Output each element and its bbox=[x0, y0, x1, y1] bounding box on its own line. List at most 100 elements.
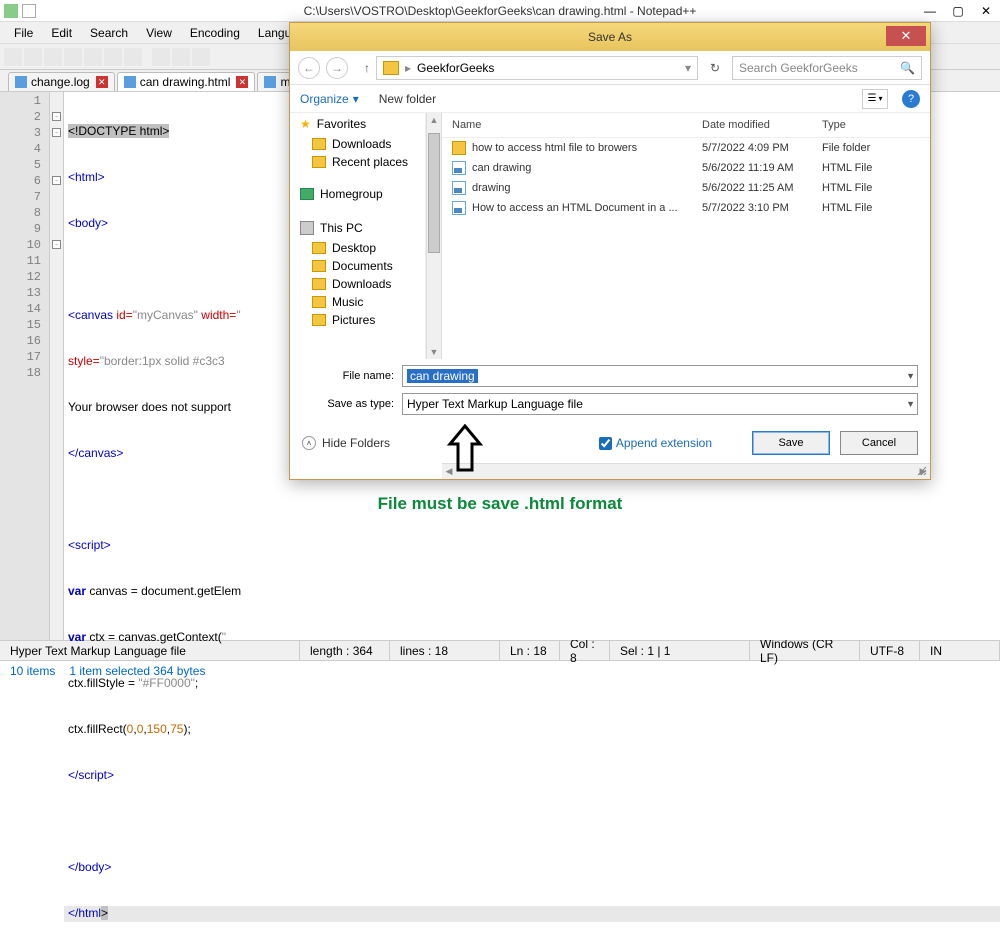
copy-icon[interactable] bbox=[172, 48, 190, 66]
folder-icon bbox=[312, 242, 326, 254]
npp-doc-icon bbox=[22, 4, 36, 18]
saveastype-label: Save as type: bbox=[302, 398, 402, 410]
close-icon[interactable] bbox=[84, 48, 102, 66]
tab-close-icon[interactable]: ✕ bbox=[96, 76, 108, 88]
sidebar-music[interactable]: Music bbox=[290, 293, 425, 311]
up-button[interactable]: ↑ bbox=[364, 61, 370, 75]
file-row[interactable]: how to access html file to browers5/7/20… bbox=[442, 138, 930, 159]
hide-folders-button[interactable]: ˄ Hide Folders bbox=[302, 436, 390, 450]
scroll-down-icon[interactable]: ▼ bbox=[427, 345, 441, 359]
cut-icon[interactable] bbox=[152, 48, 170, 66]
fold-box-icon[interactable]: - bbox=[52, 176, 61, 185]
filename-value: can drawing bbox=[407, 369, 478, 383]
open-file-icon[interactable] bbox=[24, 48, 42, 66]
breadcrumb[interactable]: GeekforGeeks bbox=[417, 61, 494, 75]
organize-button[interactable]: Organize ▾ bbox=[300, 92, 359, 106]
dialog-titlebar: Save As ✕ bbox=[290, 23, 930, 51]
file-list: Name Date modified Type how to access ht… bbox=[442, 113, 930, 359]
resize-grip-icon[interactable] bbox=[916, 465, 928, 477]
address-bar[interactable]: ▸ GeekforGeeks ▾ bbox=[376, 56, 698, 80]
tab-close-icon[interactable]: ✕ bbox=[236, 76, 248, 88]
save-all-icon[interactable] bbox=[64, 48, 82, 66]
sidebar-documents[interactable]: Documents bbox=[290, 257, 425, 275]
col-date[interactable]: Date modified bbox=[692, 113, 812, 138]
close-button[interactable]: ✕ bbox=[972, 1, 1000, 21]
menu-file[interactable]: File bbox=[6, 24, 41, 42]
folder-icon bbox=[312, 296, 326, 308]
file-row[interactable]: drawing5/6/2022 11:25 AMHTML File bbox=[442, 178, 930, 198]
help-button[interactable]: ? bbox=[902, 90, 920, 108]
annotation-caption: File must be save .html format bbox=[0, 494, 1000, 514]
dialog-title: Save As bbox=[588, 30, 632, 44]
window-title: C:\Users\VOSTRO\Desktop\GeekforGeeks\can… bbox=[304, 4, 697, 18]
append-extension-checkbox[interactable]: Append extension bbox=[599, 436, 712, 450]
cancel-button[interactable]: Cancel bbox=[840, 431, 918, 455]
folder-icon bbox=[312, 314, 326, 326]
paste-icon[interactable] bbox=[192, 48, 210, 66]
view-options-button[interactable]: ☰▾ bbox=[862, 89, 888, 109]
col-type[interactable]: Type bbox=[812, 113, 930, 138]
saveastype-value: Hyper Text Markup Language file bbox=[407, 397, 583, 411]
path-dropdown-icon[interactable]: ▾ bbox=[685, 61, 691, 75]
folder-icon bbox=[312, 278, 326, 290]
folder-icon bbox=[312, 156, 326, 168]
tab-changelog[interactable]: change.log ✕ bbox=[8, 72, 115, 91]
star-icon: ★ bbox=[300, 117, 311, 131]
breadcrumb-separator-icon: ▸ bbox=[405, 61, 411, 75]
menu-view[interactable]: View bbox=[138, 24, 180, 42]
sidebar-desktop[interactable]: Desktop bbox=[290, 239, 425, 257]
sidebar-favorites[interactable]: ★Favorites bbox=[290, 113, 425, 135]
sidebar-homegroup[interactable]: Homegroup bbox=[290, 183, 425, 205]
back-button[interactable]: ← bbox=[298, 57, 320, 79]
close-all-icon[interactable] bbox=[104, 48, 122, 66]
fold-box-icon[interactable]: - bbox=[52, 240, 61, 249]
tab-label: can drawing.html bbox=[140, 75, 231, 89]
dialog-nav-bar: ← → ↑ ▸ GeekforGeeks ▾ ↻ Search GeekforG… bbox=[290, 51, 930, 85]
sidebar-pictures[interactable]: Pictures bbox=[290, 311, 425, 329]
scroll-thumb[interactable] bbox=[428, 133, 440, 253]
minimize-button[interactable]: — bbox=[916, 1, 944, 21]
col-name[interactable]: Name bbox=[442, 113, 692, 138]
maximize-button[interactable]: ▢ bbox=[944, 1, 972, 21]
folder-icon bbox=[312, 260, 326, 272]
forward-button[interactable]: → bbox=[326, 57, 348, 79]
sidebar-recent[interactable]: Recent places bbox=[290, 153, 425, 171]
dialog-close-button[interactable]: ✕ bbox=[886, 26, 926, 46]
navigation-pane: ★Favorites Downloads Recent places Homeg… bbox=[290, 113, 426, 359]
chevron-down-icon[interactable]: ▼ bbox=[906, 399, 915, 409]
file-row[interactable]: How to access an HTML Document in a ...5… bbox=[442, 198, 930, 218]
sidebar-thispc[interactable]: This PC bbox=[290, 217, 425, 239]
saveastype-select[interactable]: Hyper Text Markup Language file ▼ bbox=[402, 393, 918, 415]
html-file-icon bbox=[452, 161, 466, 175]
scroll-up-icon[interactable]: ▲ bbox=[427, 113, 441, 127]
tab-label: change.log bbox=[31, 75, 90, 89]
folder-icon bbox=[452, 141, 466, 155]
chevron-down-icon: ▾ bbox=[353, 92, 359, 106]
filename-input[interactable]: can drawing ▼ bbox=[402, 365, 918, 387]
tab-can-drawing[interactable]: can drawing.html ✕ bbox=[117, 72, 256, 91]
sidebar-downloads2[interactable]: Downloads bbox=[290, 275, 425, 293]
search-icon: 🔍 bbox=[900, 61, 915, 75]
save-icon[interactable] bbox=[44, 48, 62, 66]
sidebar-downloads[interactable]: Downloads bbox=[290, 135, 425, 153]
annotation-arrow-icon bbox=[440, 424, 490, 474]
sidebar-scrollbar[interactable]: ▲ ▼ bbox=[426, 113, 442, 359]
new-folder-button[interactable]: New folder bbox=[379, 92, 436, 106]
menu-edit[interactable]: Edit bbox=[43, 24, 80, 42]
menu-search[interactable]: Search bbox=[82, 24, 136, 42]
chevron-down-icon[interactable]: ▼ bbox=[906, 371, 915, 381]
new-file-icon[interactable] bbox=[4, 48, 22, 66]
search-input[interactable]: Search GeekforGeeks 🔍 bbox=[732, 56, 922, 80]
fold-box-icon[interactable]: - bbox=[52, 128, 61, 137]
fold-box-icon[interactable]: - bbox=[52, 112, 61, 121]
menu-encoding[interactable]: Encoding bbox=[182, 24, 248, 42]
file-row[interactable]: can drawing5/6/2022 11:19 AMHTML File bbox=[442, 158, 930, 178]
html-file-icon bbox=[452, 181, 466, 195]
search-placeholder: Search GeekforGeeks bbox=[739, 61, 858, 75]
print-icon[interactable] bbox=[124, 48, 142, 66]
refresh-button[interactable]: ↻ bbox=[704, 57, 726, 79]
save-button[interactable]: Save bbox=[752, 431, 830, 455]
append-extension-input[interactable] bbox=[599, 437, 612, 450]
dialog-icon bbox=[298, 29, 314, 45]
file-icon bbox=[124, 76, 136, 88]
